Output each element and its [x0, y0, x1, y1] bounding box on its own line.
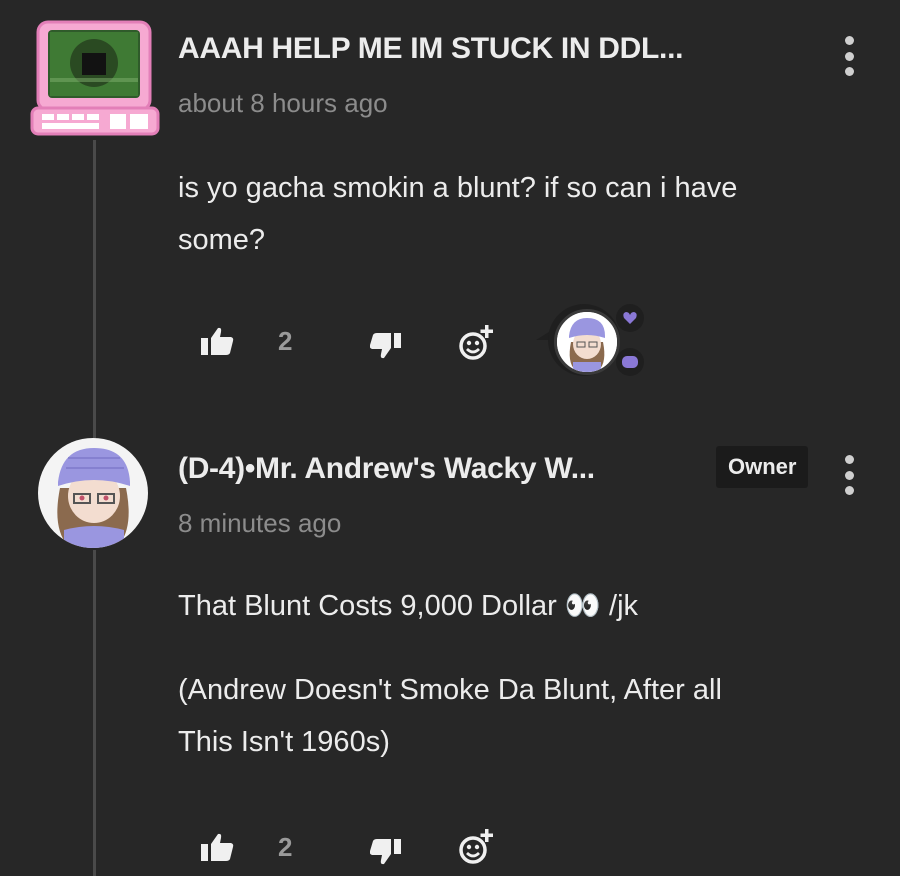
- add-reaction-icon: [459, 829, 493, 864]
- comment-body-line: That Blunt Costs 9,000 Dollar 👀 /jk: [178, 590, 639, 622]
- thumbs-up-icon: [201, 833, 234, 861]
- comment-body-line: is yo gacha smokin a blunt? if so can i …: [178, 172, 738, 204]
- comment-actions: 2: [200, 822, 520, 872]
- reactor-avatar: [554, 309, 620, 375]
- comment-username[interactable]: (D-4)•Mr. Andrew's Wacky W...: [178, 452, 595, 486]
- thread-line: [93, 550, 96, 876]
- author-reaction[interactable]: [536, 300, 656, 380]
- thumbs-down-icon: [369, 839, 401, 865]
- add-reaction-button[interactable]: [458, 828, 494, 871]
- gacha-character-avatar-icon: [557, 312, 617, 372]
- user-avatar[interactable]: [30, 18, 160, 138]
- comment-timestamp: 8 minutes ago: [178, 508, 342, 538]
- thread-line: [93, 140, 96, 440]
- like-button[interactable]: [200, 326, 234, 361]
- add-reaction-icon: [459, 325, 493, 360]
- comment-username[interactable]: AAAH HELP ME IM STUCK IN DDL...: [178, 32, 683, 66]
- comment-body-line: (Andrew Doesn't Smoke Da Blunt, After al…: [178, 674, 722, 706]
- comment-body-line: This Isn't 1960s): [178, 726, 390, 758]
- more-options-icon[interactable]: [842, 455, 856, 495]
- like-count: 2: [278, 832, 293, 862]
- comment-body: is yo gacha smokin a blunt? if so can i …: [178, 162, 868, 266]
- like-button[interactable]: [200, 832, 234, 867]
- add-reaction-button[interactable]: [458, 324, 494, 367]
- thumbs-down-icon: [369, 333, 401, 359]
- user-avatar[interactable]: [38, 438, 148, 548]
- like-count: 2: [278, 326, 293, 356]
- gacha-character-avatar-icon: [38, 438, 148, 548]
- pink-computer-avatar-icon: [30, 20, 160, 136]
- dislike-button[interactable]: [369, 838, 402, 871]
- comment-actions: 2: [200, 304, 660, 376]
- comment-timestamp: about 8 hours ago: [178, 88, 388, 118]
- comment-body-line: some?: [178, 224, 266, 256]
- owner-badge: Owner: [716, 446, 809, 488]
- more-options-icon[interactable]: [842, 36, 856, 76]
- comment-body: That Blunt Costs 9,000 Dollar 👀 /jk (And…: [178, 580, 868, 768]
- dislike-button[interactable]: [369, 332, 402, 365]
- thumbs-up-icon: [201, 327, 234, 355]
